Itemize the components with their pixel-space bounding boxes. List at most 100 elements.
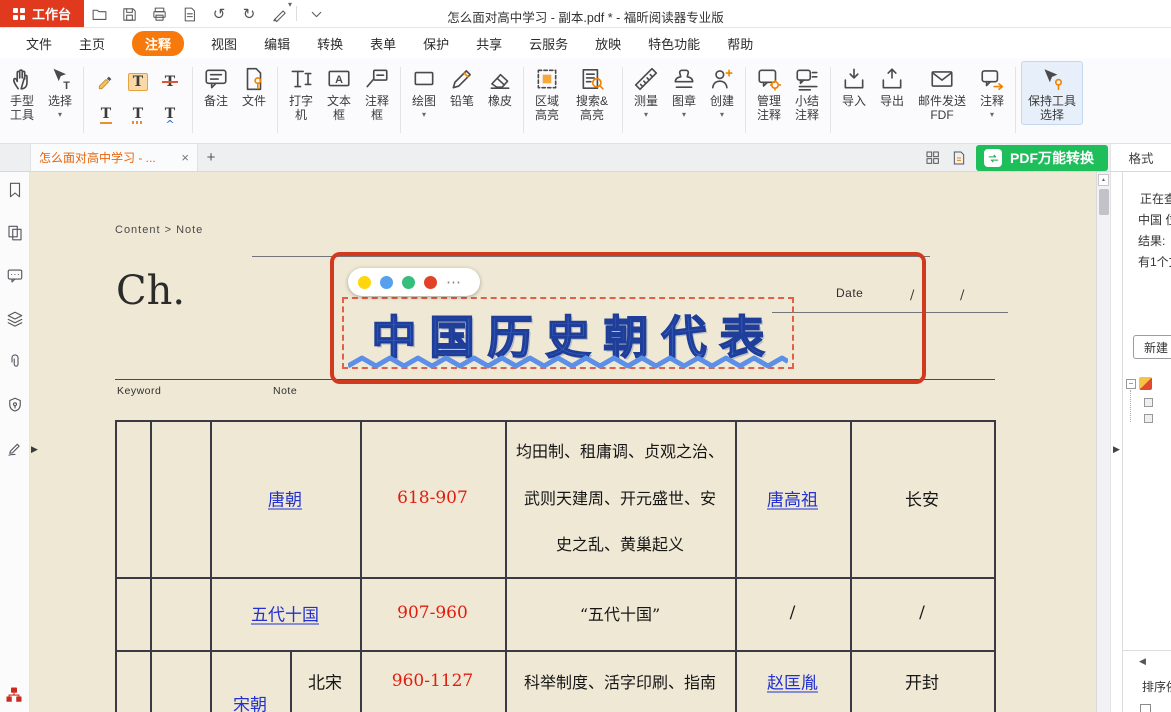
result-document-icon[interactable] <box>1139 377 1152 390</box>
tool-select[interactable]: T 选择 ▾ <box>42 61 78 121</box>
menu-form[interactable]: 表单 <box>370 34 396 53</box>
tool-typewriter[interactable]: 打字机 <box>283 61 319 125</box>
dynasty-link[interactable]: 唐朝 <box>210 486 360 511</box>
menu-play[interactable]: 放映 <box>595 34 621 53</box>
attachments-panel-button[interactable] <box>3 350 27 374</box>
menu-cloud[interactable]: 云服务 <box>529 34 568 53</box>
menu-edit[interactable]: 编辑 <box>264 34 290 53</box>
tool-label: 保持工具选择 <box>1026 95 1078 122</box>
expand-right-panel-arrow[interactable]: ▶ <box>1113 444 1120 455</box>
security-panel-button[interactable] <box>3 393 27 417</box>
new-search-button[interactable]: 新建 <box>1133 335 1171 359</box>
underline-tool[interactable]: T <box>91 99 121 129</box>
tool-measure[interactable]: 测量 ▾ <box>628 61 664 121</box>
format-panel-tab[interactable]: 格式 <box>1110 144 1171 171</box>
tool-search-highlight[interactable]: 搜索&高亮 <box>567 61 617 125</box>
founder-link[interactable]: 唐高祖 <box>735 486 850 511</box>
menu-home[interactable]: 主页 <box>79 34 105 53</box>
quick-tool-dropdown-caret[interactable]: ▾ <box>288 0 292 27</box>
tool-export-comments[interactable]: 导出 <box>874 61 910 112</box>
squiggly-underline-tool[interactable]: T <box>123 99 153 129</box>
structure-panel-icon[interactable] <box>5 686 23 704</box>
menu-convert[interactable]: 转换 <box>317 34 343 53</box>
highlight-text-tool[interactable] <box>91 67 121 97</box>
more-colors-icon[interactable]: ⋯ <box>446 275 461 290</box>
tool-create[interactable]: 创建 ▾ <box>704 61 740 121</box>
dynasty-link[interactable]: 五代十国 <box>210 601 360 626</box>
capital-text: / <box>850 603 994 623</box>
dynasty-link[interactable]: 宋朝 <box>210 691 290 712</box>
redo-button[interactable]: ↻ <box>234 0 264 28</box>
tool-pencil[interactable]: 铅笔 <box>444 61 480 112</box>
tool-area-highlight[interactable]: 区域高亮 <box>529 61 565 125</box>
tree-result-item[interactable] <box>1144 398 1153 407</box>
tab-close-icon[interactable]: × <box>181 150 189 165</box>
tool-textbox[interactable]: A 文本框 <box>321 61 357 125</box>
search-query-text: 中国 位 <box>1138 211 1171 228</box>
tool-keep-selected[interactable]: 保持工具选择 <box>1021 61 1083 125</box>
area-text-highlight-tool[interactable]: T <box>123 67 153 97</box>
document-tab[interactable]: 怎么面对高中学习 - ... × <box>30 144 198 171</box>
tool-note[interactable]: 备注 <box>198 61 234 112</box>
pdf-page[interactable]: Content > Note Ch. Date / / Keyword Note… <box>30 172 1096 712</box>
tree-collapse-icon[interactable]: − <box>1126 379 1136 389</box>
menu-file[interactable]: 文件 <box>26 34 52 53</box>
tool-attach-file[interactable]: 文件 <box>236 61 272 112</box>
tool-label: 文本框 <box>326 95 352 122</box>
save-button[interactable] <box>114 0 144 28</box>
layers-panel-button[interactable] <box>3 307 27 331</box>
tool-stamp[interactable]: 图章 ▾ <box>666 61 702 121</box>
select-cursor-icon: T <box>47 65 73 93</box>
menu-share[interactable]: 共享 <box>476 34 502 53</box>
bookmarks-panel-button[interactable] <box>3 178 27 202</box>
table-line <box>150 420 152 712</box>
menu-comment[interactable]: 注释 <box>132 31 184 56</box>
tree-result-item[interactable] <box>1144 414 1153 423</box>
vertical-scrollbar[interactable]: ▲ <box>1096 172 1110 712</box>
insert-text-tool[interactable]: T <box>155 99 185 129</box>
menu-features[interactable]: 特色功能 <box>648 34 700 53</box>
print-preview-button[interactable] <box>174 0 204 28</box>
color-swatch-red[interactable] <box>424 276 437 289</box>
window-title: 怎么面对高中学习 - 副本.pdf * - 福昕阅读器专业版 <box>447 7 723 26</box>
print-button[interactable] <box>144 0 174 28</box>
new-tab-button[interactable]: + <box>198 144 224 171</box>
open-file-button[interactable] <box>84 0 114 28</box>
color-swatch-yellow[interactable] <box>358 276 371 289</box>
tool-label: 注释框 <box>364 95 390 122</box>
layers-icon <box>6 310 24 328</box>
color-swatch-green[interactable] <box>402 276 415 289</box>
customize-toolbar-button[interactable] <box>301 0 331 28</box>
export-icon <box>879 65 905 93</box>
scrollbar-thumb[interactable] <box>1099 189 1109 215</box>
menu-view[interactable]: 视图 <box>211 34 237 53</box>
tool-manage-comments[interactable]: 管理注释 <box>751 61 787 125</box>
option-checkbox[interactable] <box>1140 704 1151 712</box>
menu-protect[interactable]: 保护 <box>423 34 449 53</box>
thumbnail-grid-icon[interactable] <box>920 144 946 171</box>
comments-panel-button[interactable] <box>3 264 27 288</box>
tool-callout[interactable]: 注释框 <box>359 61 395 125</box>
tool-import-comments[interactable]: 导入 <box>836 61 872 112</box>
tool-drawing[interactable]: 绘图 ▾ <box>406 61 442 121</box>
pdf-convert-button[interactable]: PDF万能转换 <box>976 145 1108 171</box>
tool-email-fdf[interactable]: 邮件发送FDF <box>912 61 972 125</box>
menu-help[interactable]: 帮助 <box>727 34 753 53</box>
color-swatch-blue[interactable] <box>380 276 393 289</box>
tool-hand[interactable]: 手型工具 <box>4 61 40 125</box>
hscroll-left-arrow[interactable]: ◀ <box>1139 656 1146 667</box>
tool-comments-panel[interactable]: 注释 ▾ <box>974 61 1010 121</box>
strikeout-tool[interactable]: T <box>155 67 185 97</box>
undo-button[interactable]: ↺ <box>204 0 234 28</box>
expand-left-panel-arrow[interactable]: ▶ <box>31 444 38 455</box>
scroll-up-button[interactable]: ▲ <box>1098 174 1109 186</box>
founder-link[interactable]: 赵匡胤 <box>735 669 850 694</box>
workbench-button[interactable]: 工作台 <box>0 0 84 27</box>
tool-summarize-comments[interactable]: 小结注释 <box>789 61 825 125</box>
pages-panel-button[interactable] <box>3 221 27 245</box>
reading-mode-icon[interactable] <box>946 144 972 171</box>
tool-eraser[interactable]: 橡皮 <box>482 61 518 112</box>
titlebar-separator <box>296 6 297 21</box>
foxit-reader-window: 工作台 ↺ ↻ ▾ 怎么面对高中学习 - 副本.pdf * - 福昕阅读器专业版 <box>0 0 1171 712</box>
signature-panel-button[interactable] <box>3 436 27 460</box>
